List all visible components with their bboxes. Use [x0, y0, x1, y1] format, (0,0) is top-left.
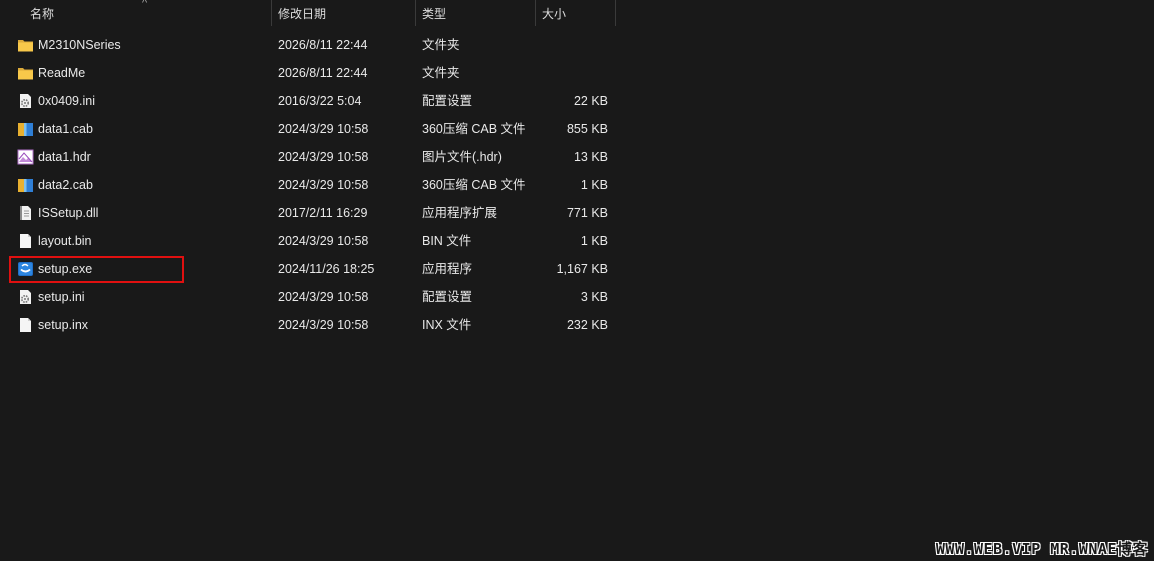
- file-date: 2026/8/11 22:44: [278, 38, 368, 52]
- file-name: 0x0409.ini: [38, 94, 95, 108]
- file-type: 文件夹: [422, 38, 460, 52]
- file-date: 2024/3/29 10:58: [278, 150, 369, 164]
- file-size: [520, 31, 608, 59]
- file-type: 文件夹: [422, 66, 460, 80]
- file-date: 2017/2/11 16:29: [278, 206, 368, 220]
- file-date: 2016/3/22 5:04: [278, 94, 362, 108]
- file-type: 360压缩 CAB 文件: [422, 178, 526, 192]
- highlight-box-setup-exe: [9, 256, 184, 283]
- file-size: 1 KB: [580, 234, 608, 248]
- file-type: 图片文件(.hdr): [422, 150, 502, 164]
- file-row[interactable]: layout.bin 2024/3/29 10:58 BIN 文件 1 KB: [0, 227, 620, 255]
- file-type: 配置设置: [422, 94, 473, 108]
- file-row[interactable]: data1.hdr 2024/3/29 10:58 图片文件(.hdr) 13 …: [0, 143, 620, 171]
- file-row[interactable]: setup.inx 2024/3/29 10:58 INX 文件 232 KB: [0, 311, 620, 339]
- settings-file-icon: [20, 94, 31, 108]
- file-name: setup.inx: [38, 318, 89, 332]
- file-row[interactable]: M2310NSeries 2026/8/11 22:44 文件夹: [0, 31, 620, 59]
- file-row[interactable]: ReadMe 2026/8/11 22:44 文件夹: [0, 59, 620, 87]
- file-size: 771 KB: [566, 206, 608, 220]
- file-date: 2024/11/26 18:25: [278, 262, 375, 276]
- column-header-name[interactable]: 名称: [24, 0, 270, 28]
- settings-file-icon: [20, 290, 31, 304]
- file-date: 2024/3/29 10:58: [278, 290, 369, 304]
- column-header-size[interactable]: 大小: [536, 0, 614, 28]
- file-type: BIN 文件: [422, 234, 472, 248]
- file-row[interactable]: data1.cab 2024/3/29 10:58 360压缩 CAB 文件 8…: [0, 115, 620, 143]
- image-file-icon: [17, 149, 34, 165]
- file-date: 2024/3/29 10:58: [278, 122, 369, 136]
- column-header-bar: ^ 名称 修改日期 类型 大小: [0, 0, 1154, 28]
- column-header-date[interactable]: 修改日期: [272, 0, 414, 28]
- file-date: 2024/3/29 10:58: [278, 178, 369, 192]
- file-row[interactable]: ISSetup.dll 2017/2/11 16:29 应用程序扩展 771 K…: [0, 199, 620, 227]
- file-name: data1.cab: [38, 122, 93, 136]
- folder-icon: [18, 68, 33, 80]
- file-size: 1 KB: [580, 178, 608, 192]
- file-size: [520, 59, 608, 87]
- file-row[interactable]: setup.ini 2024/3/29 10:58 配置设置 3 KB: [0, 283, 620, 311]
- file-row[interactable]: 0x0409.ini 2016/3/22 5:04 配置设置 22 KB: [0, 87, 620, 115]
- file-row[interactable]: data2.cab 2024/3/29 10:58 360压缩 CAB 文件 1…: [0, 171, 620, 199]
- file-date: 2026/8/11 22:44: [278, 66, 368, 80]
- file-size: 855 KB: [566, 122, 608, 136]
- file-type: INX 文件: [422, 318, 472, 332]
- dll-file-icon: [20, 206, 31, 220]
- file-type: 应用程序扩展: [422, 206, 498, 220]
- blank-file-icon: [20, 318, 31, 332]
- file-name: data1.hdr: [38, 150, 91, 164]
- file-size: 3 KB: [580, 290, 608, 304]
- folder-icon: [18, 40, 33, 52]
- column-divider[interactable]: [615, 0, 616, 26]
- archive-icon: [18, 179, 33, 192]
- file-name: M2310NSeries: [38, 38, 121, 52]
- file-list: M2310NSeries 2026/8/11 22:44 文件夹 ReadMe …: [0, 31, 620, 339]
- file-type: 配置设置: [422, 290, 473, 304]
- file-name: data2.cab: [38, 178, 93, 192]
- file-size: 22 KB: [573, 94, 608, 108]
- file-type: 应用程序: [422, 262, 473, 276]
- file-name: setup.ini: [38, 290, 85, 304]
- column-header-type[interactable]: 类型: [416, 0, 534, 28]
- file-name: layout.bin: [38, 234, 92, 248]
- file-date: 2024/3/29 10:58: [278, 318, 369, 332]
- file-name: ReadMe: [38, 66, 86, 80]
- file-date: 2024/3/29 10:58: [278, 234, 369, 248]
- file-size: 232 KB: [566, 318, 608, 332]
- file-type: 360压缩 CAB 文件: [422, 122, 526, 136]
- file-size: 1,167 KB: [556, 262, 608, 276]
- file-name: ISSetup.dll: [38, 206, 99, 220]
- archive-icon: [18, 123, 33, 136]
- watermark: WWW.WEB.VIP MR.WNAE博客: [935, 540, 1148, 558]
- blank-file-icon: [20, 234, 31, 248]
- file-size: 13 KB: [573, 150, 608, 164]
